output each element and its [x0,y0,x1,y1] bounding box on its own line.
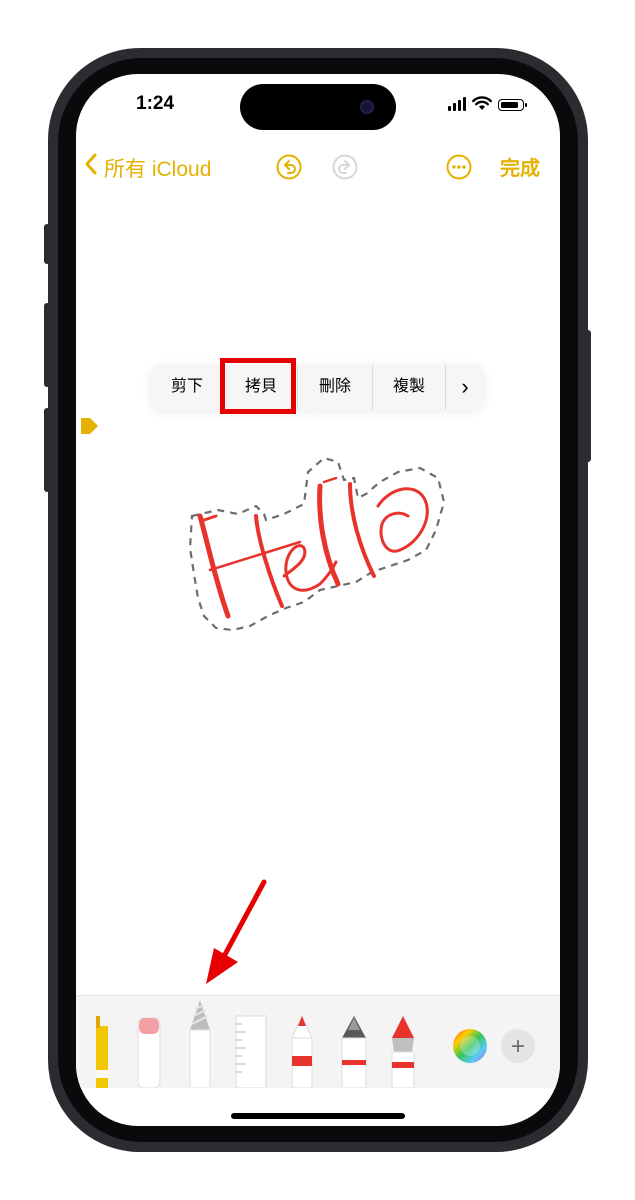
toolbar-tools: + [96,1000,535,1089]
volume-down-button [44,408,50,492]
selection-handle-icon[interactable] [80,416,100,436]
highlighter-tool[interactable] [96,1016,108,1088]
annotation-highlight-box [220,358,296,414]
more-icon[interactable] [446,154,472,180]
camera-icon [360,100,374,114]
selection-outline [188,456,446,632]
home-indicator[interactable] [231,1113,405,1119]
dynamic-island [240,84,396,130]
wifi-icon [472,96,492,110]
redo-icon[interactable] [332,154,358,180]
done-button[interactable]: 完成 [500,152,540,181]
menu-item-duplicate[interactable]: 複製 [373,364,446,410]
menu-item-cut[interactable]: 剪下 [150,364,225,410]
add-tool-label: + [511,1033,525,1060]
battery-icon [498,99,527,111]
menu-item-delete[interactable]: 刪除 [298,364,373,410]
context-menu: 剪下 拷貝 刪除 複製 › [150,364,484,416]
screen: 1:24 所有 iCloud 完成 剪下 拷貝 刪除 複製 › + [76,74,560,1126]
add-tool-button[interactable]: + [501,1029,535,1063]
pencil-tool[interactable] [189,1000,211,1089]
status-time: 1:24 [136,93,175,114]
power-button [585,330,591,462]
ruler-tool[interactable] [235,1015,267,1089]
marker-tool[interactable] [291,1014,313,1089]
nav-bar: 所有 iCloud 完成 [76,148,560,188]
handwriting-selection[interactable] [176,444,446,644]
menu-more-chevron-icon[interactable]: › [446,364,484,410]
eraser-tool[interactable] [137,1017,161,1089]
crayon-tool[interactable] [391,1016,415,1089]
undo-icon[interactable] [276,154,302,180]
chevron-left-icon [84,152,98,183]
drawing-toolbar: + [76,995,560,1089]
back-button[interactable]: 所有 iCloud [84,152,211,183]
volume-up-button [44,303,50,387]
back-label: 所有 iCloud [104,157,212,181]
action-button [44,224,50,264]
cellular-signal-icon [448,97,466,111]
status-icons [448,96,527,111]
fountain-pen-tool[interactable] [341,1016,367,1089]
menu-pointer [306,408,322,416]
